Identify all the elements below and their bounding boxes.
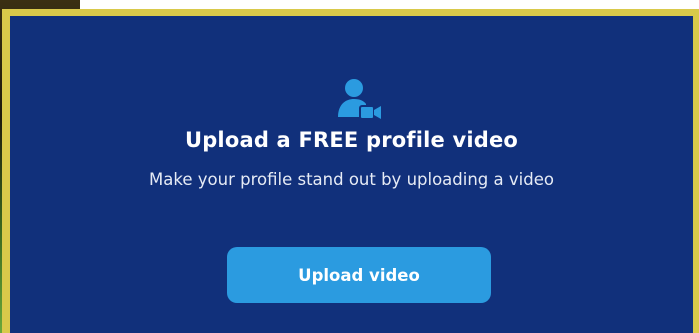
upload-video-card-frame: Upload a FREE profile video Make your pr… — [2, 9, 699, 333]
upload-video-button[interactable]: Upload video — [227, 247, 491, 303]
upload-video-title: Upload a FREE profile video — [184, 128, 519, 152]
user-video-camera-icon — [334, 77, 384, 125]
upload-video-subtitle: Make your profile stand out by uploading… — [149, 170, 554, 189]
upload-video-card: Upload a FREE profile video Make your pr… — [10, 16, 693, 333]
